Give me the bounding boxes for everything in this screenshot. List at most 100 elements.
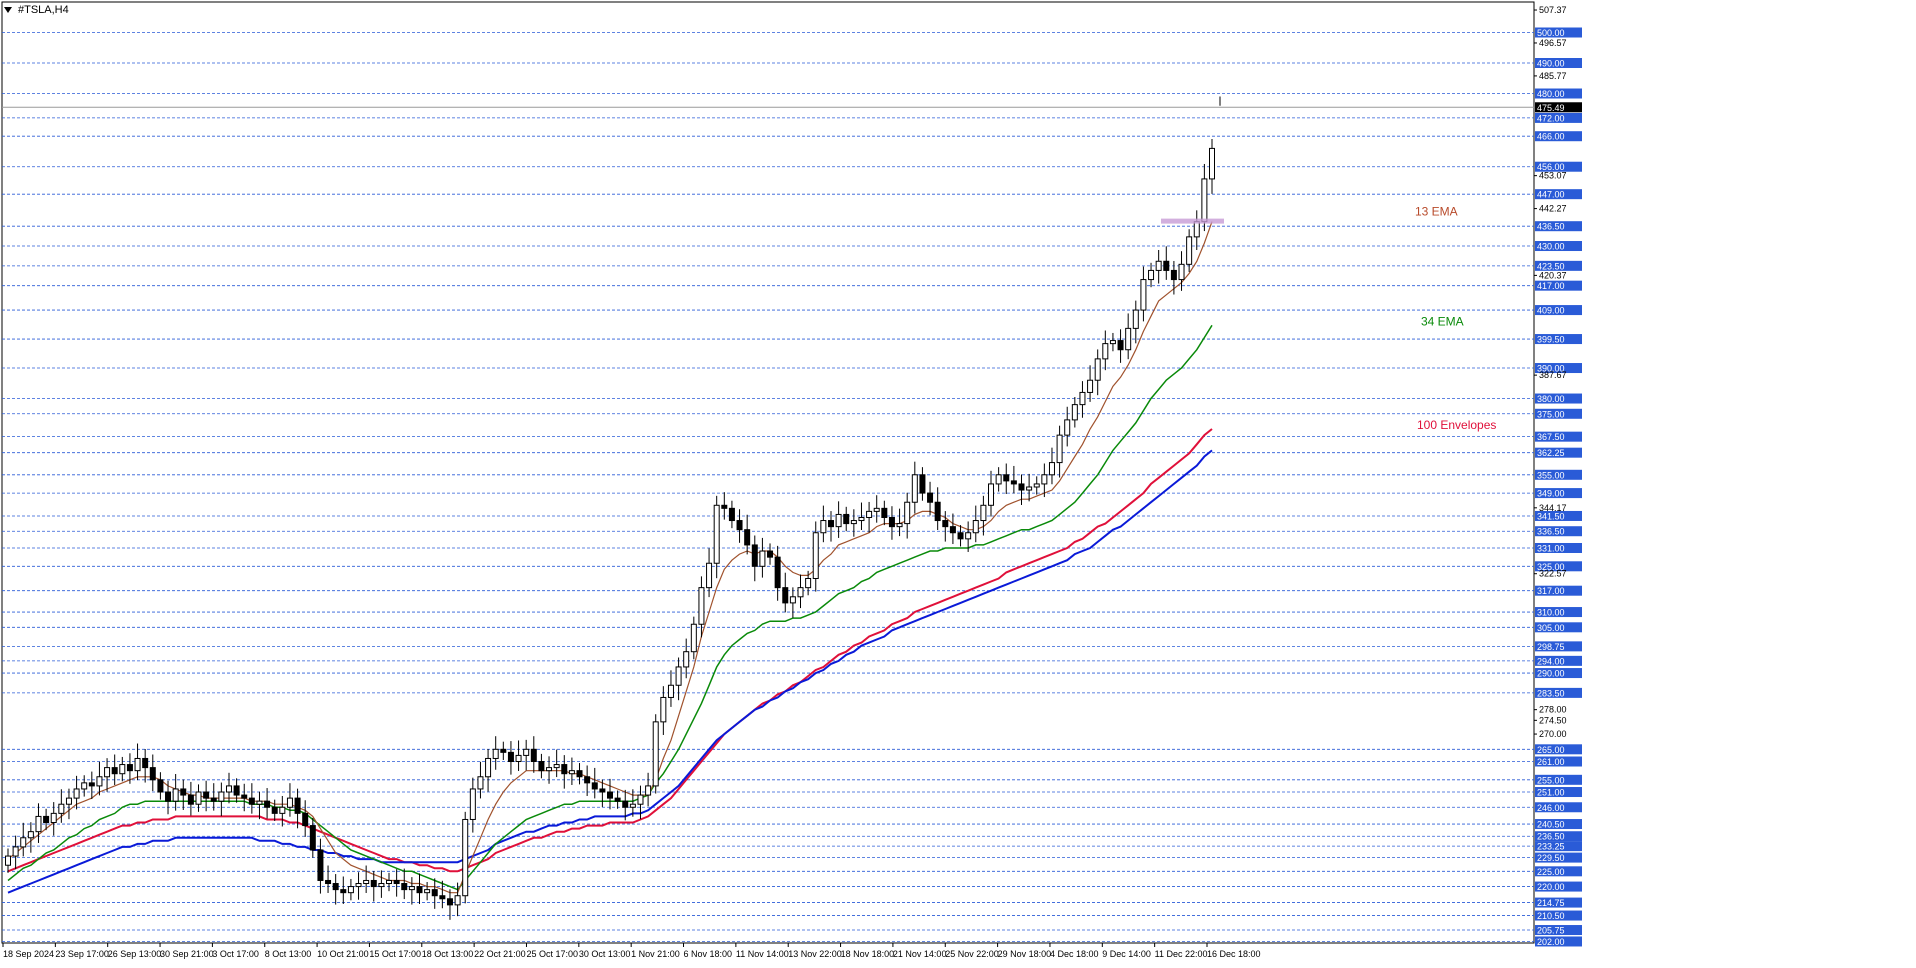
candle-body [812, 532, 819, 579]
price-label: 220.00 [1537, 882, 1565, 892]
price-chart[interactable]: 202.00205.75 210.50 214.75 220.00 225.00 229.… [0, 0, 1916, 963]
envelope-lower-line [7, 449, 1213, 894]
candle-body [20, 837, 27, 848]
price-label: 310.00 [1537, 608, 1565, 618]
time-tick-label: 16 Dec 18:00 [1207, 949, 1261, 959]
candle-body [386, 879, 393, 885]
candle-body [5, 855, 11, 866]
candle-body [195, 791, 202, 805]
candle-body [1094, 358, 1101, 381]
chart-title-bar: #TSLA,H4 [4, 3, 69, 17]
price-label: 261.00 [1537, 757, 1565, 767]
price-tick-label: 485.77 [1539, 71, 1567, 81]
candle-body [1117, 340, 1124, 351]
price-label: 246.00 [1537, 803, 1565, 813]
candle-body [1148, 269, 1155, 281]
candle-body [325, 879, 332, 885]
candle-body [126, 764, 133, 772]
time-tick-label: 25 Nov 22:00 [945, 949, 999, 959]
candle-body [706, 562, 713, 589]
candle-body [584, 776, 591, 784]
chart-window[interactable]: #TSLA,H4 202.00 205.75 210.50 214.75 220.00 2… [0, 0, 1916, 963]
candle-body [88, 782, 95, 787]
price-label: 233.25 [1537, 842, 1565, 852]
candle-body [401, 883, 408, 891]
price-label: 214.75 [1537, 898, 1565, 908]
price-label: 472.00 [1537, 113, 1565, 123]
candle-body [904, 501, 911, 525]
candles [5, 96, 1221, 920]
candle-body [949, 526, 956, 534]
candle-body [1140, 279, 1147, 311]
candle-body [957, 532, 964, 540]
candle-body [1071, 404, 1078, 421]
candle-body [165, 791, 172, 802]
candle-body [119, 764, 126, 775]
candle-body [805, 577, 812, 589]
candle-body [279, 806, 286, 814]
candle-body [134, 757, 141, 772]
candle-body [759, 550, 766, 567]
time-tick-label: 25 Oct 17:00 [526, 949, 578, 959]
candle-body [866, 510, 873, 518]
candle-body [728, 507, 735, 522]
price-label: 375.00 [1537, 409, 1565, 419]
candle-body [873, 507, 880, 512]
candle-body [736, 520, 743, 531]
candle-body [530, 748, 537, 763]
time-tick-label: 6 Nov 18:00 [684, 949, 733, 959]
candle-body [637, 794, 644, 805]
candle-body [515, 754, 522, 763]
candle-body [180, 788, 187, 796]
annotation-label: 100 Envelopes [1417, 418, 1496, 432]
candle-body [1209, 147, 1215, 180]
candle-body [485, 757, 492, 778]
candle-body [149, 767, 156, 781]
candle-body [27, 831, 34, 839]
price-tick-label: 274.50 [1539, 715, 1567, 725]
candle-body [546, 767, 553, 772]
candle-body [767, 550, 774, 558]
candle-body [789, 596, 796, 604]
candle-body [523, 748, 530, 756]
candle-body [96, 776, 103, 787]
price-tick-label: 278.00 [1539, 705, 1567, 715]
price-label: 341.50 [1537, 511, 1565, 521]
candle-body [218, 791, 225, 802]
candle-body [782, 587, 789, 604]
price-label: 298.75 [1537, 642, 1565, 652]
price-label: 480.00 [1537, 89, 1565, 99]
candle-body [203, 791, 210, 799]
candle-body [424, 889, 431, 894]
time-tick-label: 8 Oct 13:00 [265, 949, 312, 959]
candle-body [378, 883, 385, 888]
candle-body [690, 623, 697, 653]
candle-body [340, 889, 347, 894]
price-label: 349.00 [1537, 489, 1565, 499]
candle-body [538, 761, 545, 772]
price-tick-label: 387.67 [1539, 370, 1567, 380]
candle-body [881, 507, 888, 518]
candle-body [248, 797, 255, 805]
candle-body [317, 849, 324, 881]
candle-body [744, 529, 751, 546]
candle-body [607, 791, 613, 799]
candle-body [454, 895, 461, 906]
price-label: 409.00 [1537, 306, 1565, 316]
time-tick-label: 21 Nov 14:00 [893, 949, 947, 959]
candle-body [1041, 474, 1048, 485]
chevron-down-icon[interactable] [4, 7, 12, 13]
time-tick-label: 29 Nov 18:00 [998, 949, 1052, 959]
candle-body [1163, 260, 1170, 271]
candle-body [1003, 474, 1010, 482]
price-label: 305.00 [1537, 623, 1565, 633]
candle-body [995, 474, 1002, 485]
candle-body [622, 800, 629, 808]
price-label: 466.00 [1537, 132, 1565, 142]
candle-body [614, 797, 621, 802]
time-tick-label: 10 Oct 21:00 [317, 949, 369, 959]
candle-body [972, 520, 979, 534]
price-label: 430.00 [1537, 242, 1565, 252]
candle-body [934, 501, 941, 522]
candle-body [820, 520, 827, 534]
